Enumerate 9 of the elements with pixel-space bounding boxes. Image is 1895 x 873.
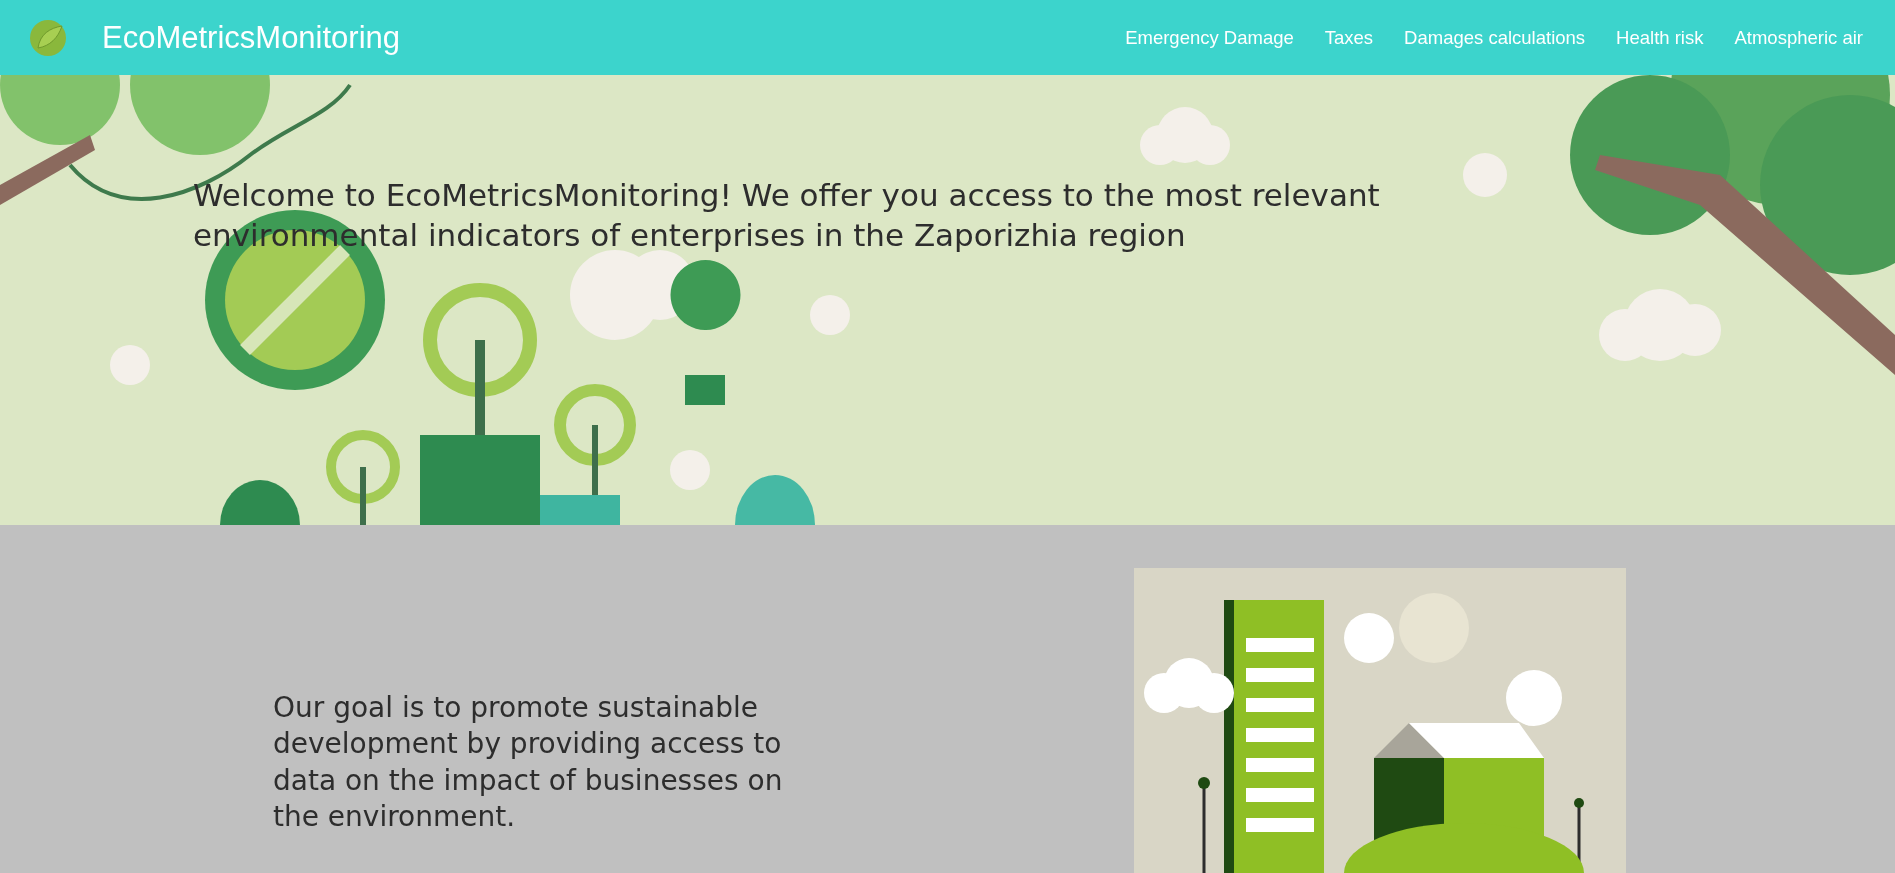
- goal-text: Our goal is to promote sustainable development by providing access to data on the impact of businesses on the environment.: [272, 690, 784, 836]
- brand-name: EcoMetricsMonitoring: [102, 19, 401, 56]
- nav-link[interactable]: Emergency Damage: [1125, 26, 1294, 49]
- nav-link[interactable]: Damages calculations: [1404, 26, 1586, 49]
- welcome-heading: Welcome to EcoMetricsMonitoring! We offer you access to the most relevant environmental indicators of enterprises in the Zaporizhia region: [192, 176, 1381, 256]
- nav-link[interactable]: Health risk: [1616, 26, 1704, 49]
- leaf-logo-icon: [28, 17, 68, 58]
- nav-link[interactable]: Atmospheric air: [1734, 26, 1863, 49]
- nav-link[interactable]: Taxes: [1324, 26, 1374, 49]
